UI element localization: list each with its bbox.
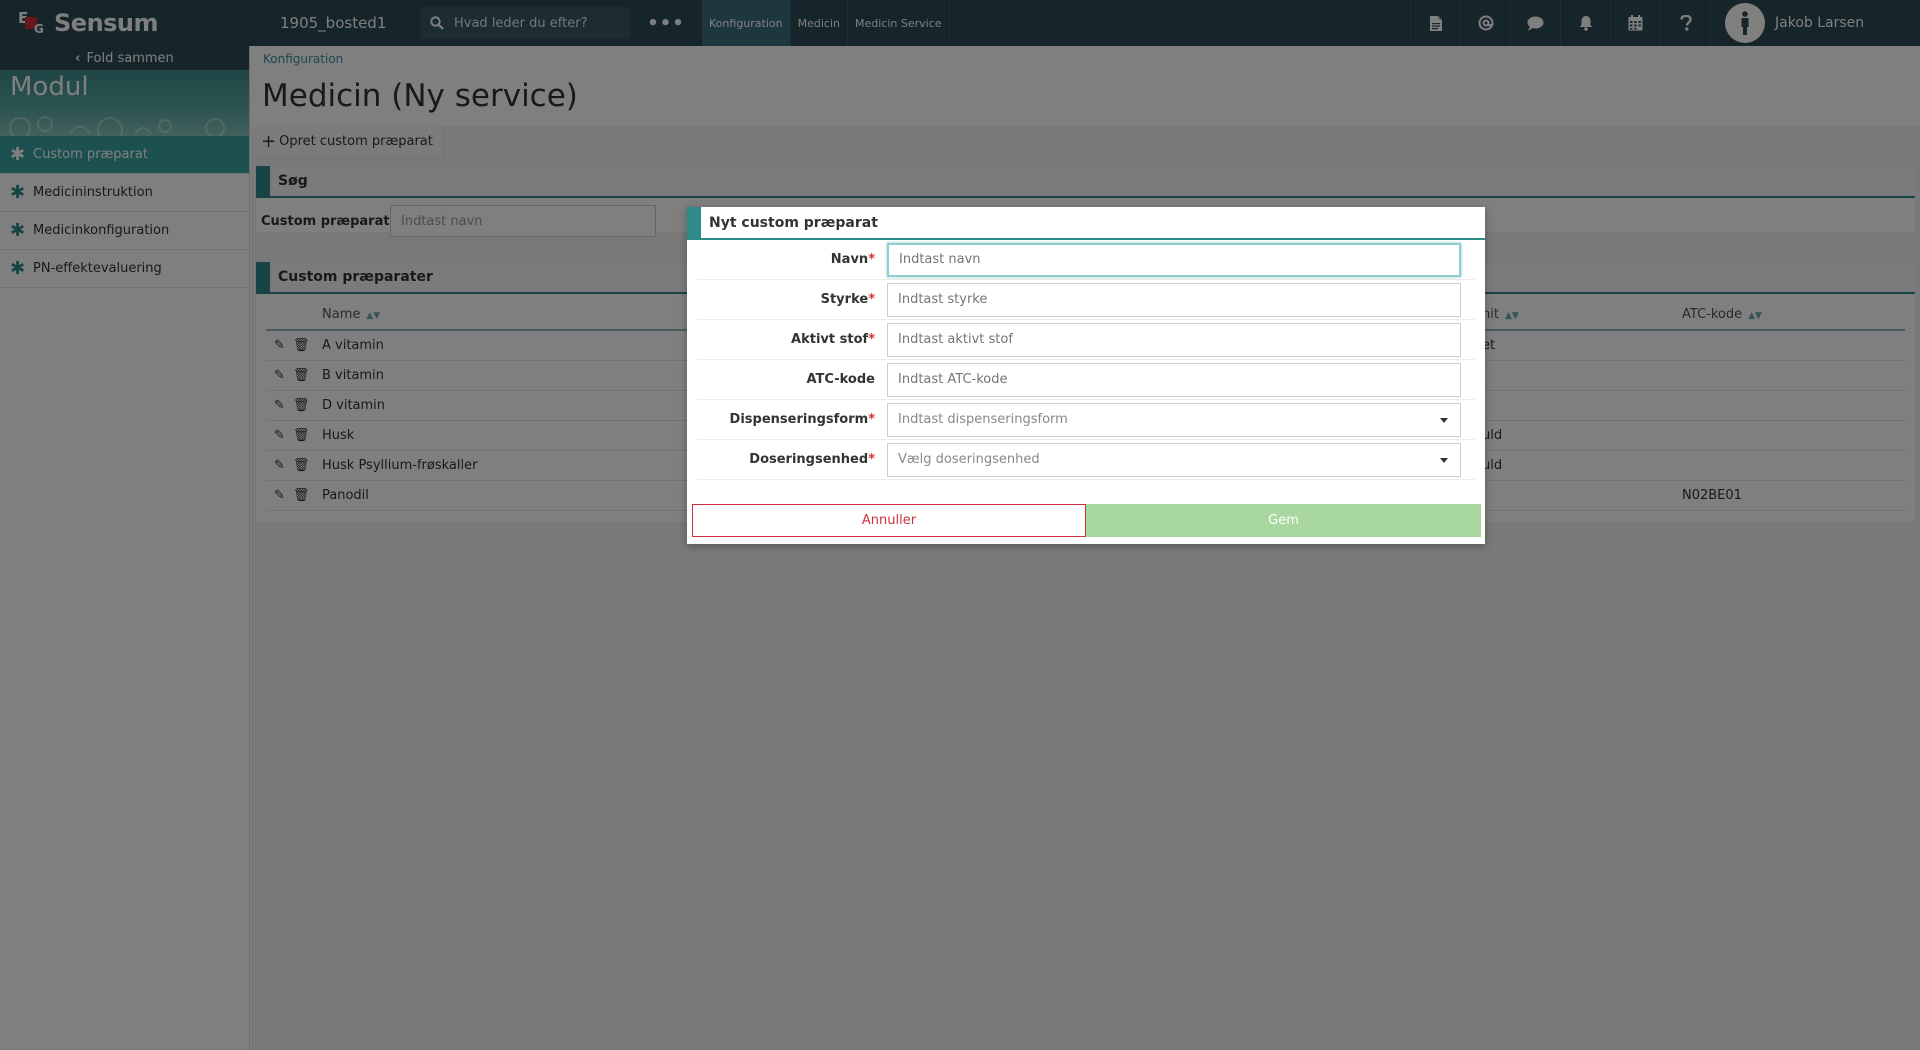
field-row-styrke: Styrke* [697,280,1475,320]
styrke-input[interactable] [887,282,1461,317]
save-button[interactable]: Gem [1086,504,1481,537]
field-row-dispenseringsform: Dispenseringsform* Indtast dispenserings… [697,400,1475,440]
dialog-title: Nyt custom præparat [687,207,1485,240]
caret-down-icon [1440,457,1448,463]
required-marker: * [868,452,875,467]
field-label: Navn* [830,252,875,267]
navn-input[interactable] [887,242,1461,277]
field-row-doseringsenhed: Doseringsenhed* Vælg doseringsenhed [697,440,1475,480]
field-label: Styrke* [820,292,875,307]
field-row-atc-kode: ATC-kode [697,360,1475,400]
required-marker: * [868,412,875,427]
field-label: Aktivt stof* [791,332,875,347]
select-placeholder: Indtast dispenseringsform [898,412,1068,427]
aktivt-stof-input[interactable] [887,322,1461,357]
field-label: Doseringsenhed* [749,452,875,467]
dialog-actions: Annuller Gem [692,504,1481,537]
field-row-aktivt-stof: Aktivt stof* [697,320,1475,360]
atc-kode-input[interactable] [887,362,1461,397]
new-custom-praeparat-dialog: Nyt custom præparat Navn* Styrke* Aktivt… [687,207,1485,544]
required-marker: * [868,292,875,307]
required-marker: * [868,252,875,267]
field-label: ATC-kode [806,372,875,387]
cancel-button[interactable]: Annuller [692,504,1086,537]
select-placeholder: Vælg doseringsenhed [898,452,1040,467]
modal-layer: Nyt custom præparat Navn* Styrke* Aktivt… [0,0,1920,1050]
caret-down-icon [1440,417,1448,423]
dispenseringsform-select[interactable]: Indtast dispenseringsform [887,402,1461,437]
required-marker: * [868,332,875,347]
field-label: Dispenseringsform* [729,412,875,427]
field-row-navn: Navn* [697,240,1475,280]
doseringsenhed-select[interactable]: Vælg doseringsenhed [887,442,1461,477]
